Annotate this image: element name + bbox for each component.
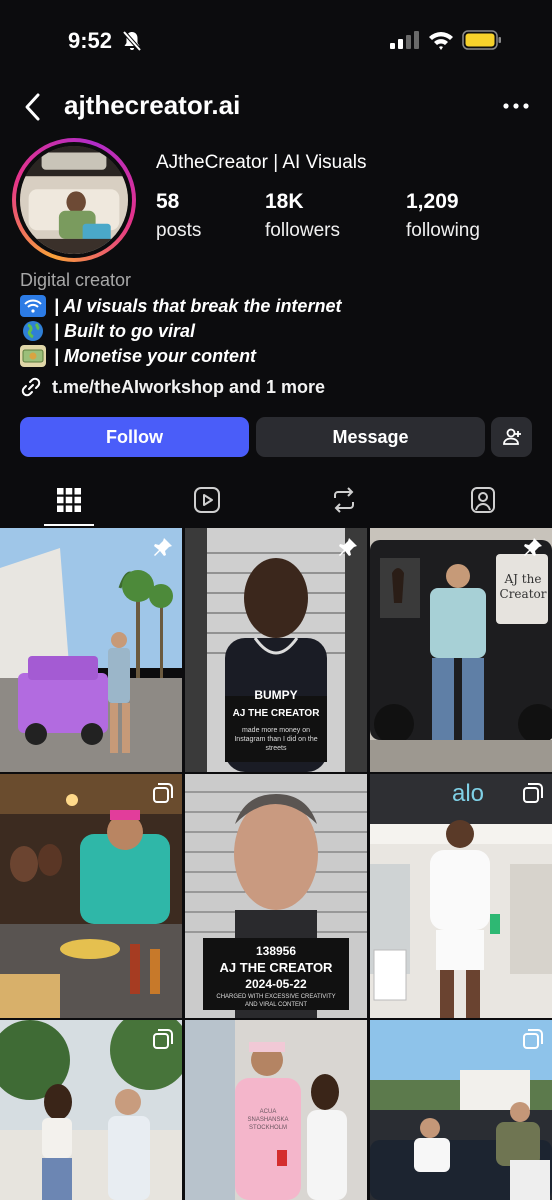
bell-off-icon bbox=[122, 30, 142, 52]
post-image bbox=[370, 774, 552, 1018]
profile-tabs bbox=[0, 472, 552, 528]
carousel-icon bbox=[153, 1029, 173, 1049]
battery-icon bbox=[462, 30, 501, 50]
money-emoji-icon bbox=[20, 345, 46, 367]
tab-grid[interactable] bbox=[14, 472, 124, 528]
stat-posts[interactable]: 58 posts bbox=[156, 190, 201, 242]
mugshot-sign-name: AJ THE CREATOR bbox=[232, 708, 320, 719]
post-car-hollywood[interactable] bbox=[370, 1020, 552, 1200]
post-street-food[interactable] bbox=[0, 774, 182, 1018]
bio-text: | AI visuals that break the internet bbox=[54, 295, 342, 316]
back-icon[interactable] bbox=[22, 92, 44, 122]
stat-followers-value: 18K bbox=[265, 190, 304, 213]
globe-emoji-icon bbox=[20, 320, 46, 342]
link-text[interactable]: t.me/theAIworkshop and 1 more bbox=[52, 377, 325, 398]
signal-icon bbox=[390, 31, 419, 49]
post-mugshot-tattoo[interactable]: 138956 AJ THE CREATOR 2024-05-22 CHARGED… bbox=[185, 774, 367, 1018]
post-purple-gwagon[interactable] bbox=[0, 528, 182, 772]
tab-reposts[interactable] bbox=[289, 472, 399, 528]
mugshot-sign-text: CHARGED WITH EXCESSIVE CREATIVITY AND VI… bbox=[216, 994, 336, 1008]
stat-following-label: following bbox=[406, 220, 480, 241]
suggested-users-button[interactable] bbox=[491, 417, 532, 457]
mugshot-sign-title: BUMPY bbox=[254, 688, 298, 702]
post-pink-hoodie[interactable]: ACUA SNASHANSKA STOCKHOLM bbox=[185, 1020, 367, 1200]
avatar-image bbox=[20, 146, 128, 254]
stat-posts-value: 58 bbox=[156, 190, 180, 213]
profile-username: ajthecreator.ai bbox=[64, 90, 241, 120]
carousel-icon bbox=[153, 783, 173, 803]
reels-icon bbox=[194, 487, 220, 513]
pin-icon bbox=[154, 538, 172, 556]
stat-following-value: 1,209 bbox=[406, 190, 459, 213]
mugshot-sign-text: made more money on Instagram than I did … bbox=[234, 727, 318, 752]
post-gwagon-ajthecreator[interactable]: AJ the Creator bbox=[370, 528, 552, 772]
bio-line: | AI visuals that break the internet bbox=[20, 294, 341, 318]
status-time: 9:52 bbox=[68, 28, 113, 53]
posts-grid: BUMPY AJ THE CREATOR made more money on … bbox=[0, 528, 552, 1200]
mugshot-sign-date: 2024-05-22 bbox=[245, 977, 307, 991]
tagged-icon bbox=[471, 487, 495, 513]
pin-icon bbox=[339, 538, 357, 556]
post-couple-mansion[interactable] bbox=[0, 1020, 182, 1200]
profile-category: Digital creator bbox=[20, 270, 132, 290]
store-sign: alo bbox=[452, 780, 485, 807]
more-options-icon[interactable] bbox=[500, 96, 532, 116]
tab-tagged[interactable] bbox=[428, 472, 538, 528]
grid-icon bbox=[57, 488, 81, 512]
mugshot-sign-name: AJ THE CREATOR bbox=[219, 960, 333, 975]
status-bar: 9:52 bbox=[0, 0, 552, 84]
bio-line: | Monetise your content bbox=[20, 344, 256, 368]
bio-text: | Monetise your content bbox=[54, 345, 257, 366]
wifi-emoji-icon bbox=[20, 295, 46, 317]
stat-posts-label: posts bbox=[156, 220, 202, 241]
display-name: AJtheCreator | AI Visuals bbox=[156, 152, 367, 173]
post-image bbox=[370, 528, 552, 772]
link-icon bbox=[21, 377, 41, 397]
stat-following[interactable]: 1,209 following bbox=[406, 190, 480, 242]
mugshot-sign-id: 138956 bbox=[255, 944, 297, 958]
reposts-icon bbox=[334, 487, 354, 513]
stat-followers[interactable]: 18K followers bbox=[265, 190, 340, 242]
post-alo-store[interactable]: alo bbox=[370, 774, 552, 1018]
post-image bbox=[0, 774, 182, 1018]
message-button[interactable]: Message bbox=[256, 417, 485, 457]
carousel-icon bbox=[523, 783, 543, 803]
bio-text: | Built to go viral bbox=[54, 320, 196, 341]
pin-icon bbox=[524, 538, 542, 556]
avatar[interactable] bbox=[12, 138, 136, 262]
profile-link[interactable]: t.me/theAIworkshop and 1 more bbox=[20, 374, 325, 400]
post-mugshot-bumpy[interactable]: BUMPY AJ THE CREATOR made more money on … bbox=[185, 528, 367, 772]
post-image bbox=[0, 528, 182, 772]
window-sign-text: AJ the Creator bbox=[499, 572, 547, 601]
profile-header: ajthecreator.ai bbox=[0, 84, 552, 130]
stat-followers-label: followers bbox=[265, 220, 340, 241]
wifi-icon bbox=[429, 32, 453, 50]
add-person-icon bbox=[502, 428, 521, 445]
tab-reels[interactable] bbox=[152, 472, 262, 528]
shirt-text: ACUA SNASHANSKA STOCKHOLM bbox=[247, 1109, 289, 1131]
carousel-icon bbox=[523, 1029, 543, 1049]
follow-button[interactable]: Follow bbox=[20, 417, 249, 457]
bio-line: | Built to go viral bbox=[20, 319, 195, 343]
active-tab-indicator bbox=[44, 524, 94, 526]
